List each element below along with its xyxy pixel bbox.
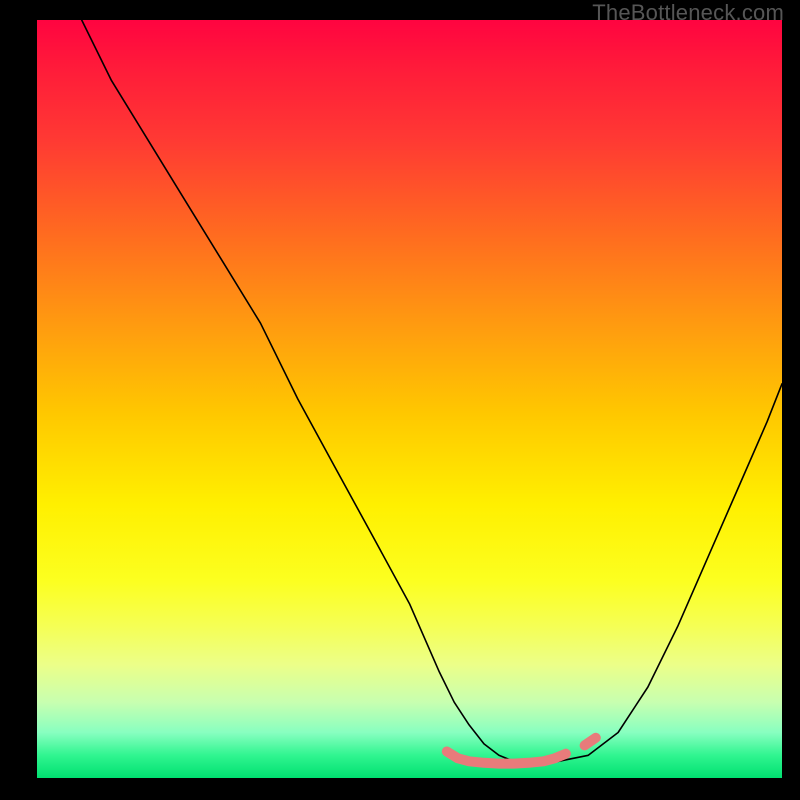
curve-svg <box>37 20 782 778</box>
chart-frame: TheBottleneck.com <box>0 0 800 800</box>
bottleneck-curve <box>82 20 782 763</box>
zone-marker-right <box>585 738 596 746</box>
plot-area <box>37 20 782 778</box>
